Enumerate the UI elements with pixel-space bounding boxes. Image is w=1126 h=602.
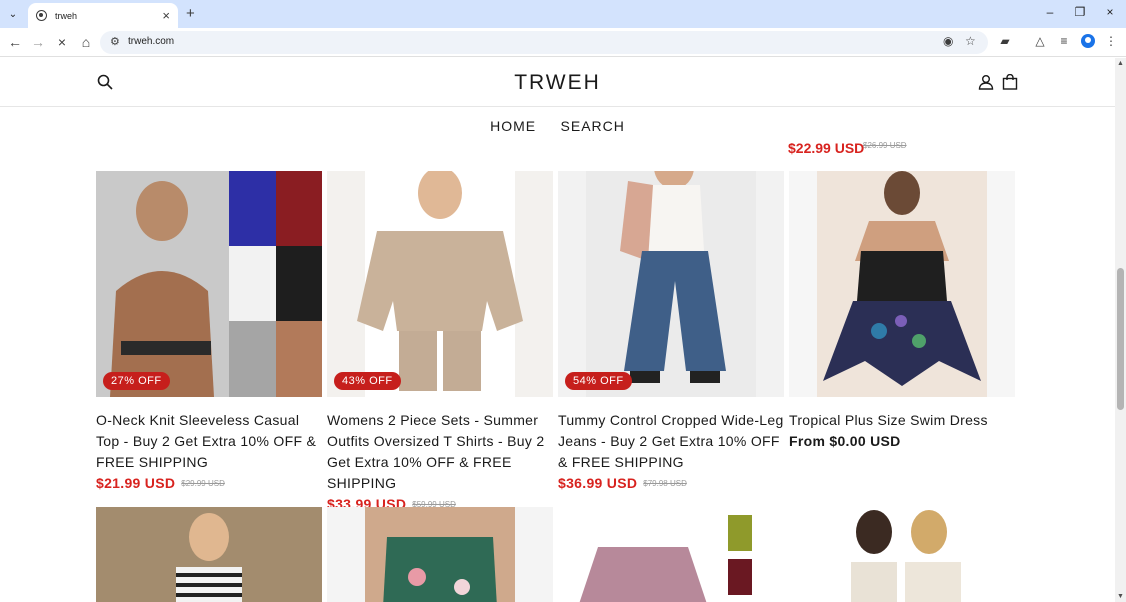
product-image[interactable] — [558, 507, 784, 602]
product-card[interactable]: 27% OFF O-Neck Knit Sleeveless Casual To… — [96, 171, 322, 495]
close-tab-icon[interactable]: × — [162, 9, 170, 22]
site-info-icon[interactable]: ⚙ — [110, 35, 120, 48]
product-title[interactable]: Womens 2 Piece Sets - Summer Outfits Ove… — [327, 410, 553, 494]
product-title[interactable]: O-Neck Knit Sleeveless Casual Top - Buy … — [96, 410, 322, 473]
product-card-partial[interactable] — [96, 507, 322, 602]
product-card-partial[interactable] — [558, 507, 784, 602]
scrollbar-thumb[interactable] — [1117, 268, 1124, 410]
stop-loading-icon[interactable]: × — [53, 33, 71, 51]
tab-title: trweh — [55, 10, 78, 21]
media-queue-icon[interactable]: ≡ — [1056, 34, 1072, 48]
account-icon[interactable] — [978, 74, 994, 90]
product-card[interactable]: 43% OFF Womens 2 Piece Sets - Summer Out… — [327, 171, 553, 516]
product-card[interactable]: 54% OFF Tummy Control Cropped Wide-Leg J… — [558, 171, 784, 495]
restore-icon[interactable]: ❐ — [1066, 5, 1094, 19]
price-row: From $0.00 USD — [789, 433, 1015, 453]
discount-badge: 43% OFF — [334, 372, 401, 390]
price-row: $21.99 USD $29.99 USD — [96, 475, 322, 495]
discount-badge: 27% OFF — [103, 372, 170, 390]
new-tab-plus-icon[interactable]: + — [186, 5, 195, 22]
extensions-puzzle-icon[interactable]: ▰ — [997, 34, 1013, 48]
product-title[interactable]: Tummy Control Cropped Wide-Leg Jeans - B… — [558, 410, 784, 473]
close-window-icon[interactable]: × — [1096, 5, 1124, 19]
scroll-up-arrow-icon[interactable]: ▲ — [1117, 60, 1124, 67]
home-icon[interactable]: ⌂ — [77, 33, 95, 51]
page-viewport: TRWEH HOME SEARCH $22.99 USD $26.99 USD — [0, 58, 1115, 602]
prev-row-price: $22.99 USD — [788, 140, 865, 156]
url-text: trweh.com — [128, 36, 175, 47]
address-bar[interactable]: ⚙ trweh.com ◉ ☆ — [100, 31, 988, 54]
loading-favicon-icon — [36, 10, 47, 21]
bookmark-star-icon[interactable]: ☆ — [965, 34, 976, 48]
store-header: TRWEH — [0, 58, 1115, 107]
browser-toolbar: ← → × ⌂ ⚙ trweh.com ◉ ☆ ▰ △ ≡ ⋮ — [0, 28, 1126, 57]
cart-bag-icon[interactable] — [1002, 74, 1018, 90]
price-row: $36.99 USD $79.98 USD — [558, 475, 784, 495]
sale-price: $36.99 USD — [558, 475, 638, 491]
nav-search[interactable]: SEARCH — [561, 118, 625, 134]
nav-home[interactable]: HOME — [490, 118, 536, 134]
browser-tab[interactable]: trweh × — [28, 3, 178, 28]
page-scrollbar[interactable]: ▲ ▼ — [1115, 58, 1126, 602]
tab-search-chevron-icon[interactable]: ⌄ — [4, 5, 22, 23]
product-image[interactable]: 27% OFF — [96, 171, 322, 397]
product-image[interactable] — [96, 507, 322, 602]
discount-badge: 54% OFF — [565, 372, 632, 390]
product-image[interactable]: 43% OFF — [327, 171, 553, 397]
compare-price: $29.99 USD — [181, 479, 225, 488]
profile-avatar[interactable] — [1081, 34, 1095, 48]
product-image[interactable] — [789, 507, 1015, 602]
product-card-partial[interactable] — [327, 507, 553, 602]
back-arrow-icon[interactable]: ← — [6, 33, 24, 51]
sale-price: $21.99 USD — [96, 475, 176, 491]
scroll-down-arrow-icon[interactable]: ▼ — [1117, 593, 1124, 600]
forward-arrow-icon[interactable]: → — [29, 33, 47, 51]
labs-flask-icon[interactable]: △ — [1032, 34, 1048, 48]
from-price: From $0.00 USD — [789, 433, 901, 449]
minimize-icon[interactable]: – — [1036, 5, 1064, 19]
eye-slash-icon[interactable]: ◉ — [943, 34, 953, 48]
kebab-menu-icon[interactable]: ⋮ — [1103, 34, 1119, 48]
main-nav: HOME SEARCH — [0, 118, 1115, 136]
product-image[interactable]: 54% OFF — [558, 171, 784, 397]
store-logo[interactable]: TRWEH — [0, 71, 1115, 95]
prev-row-compare-price: $26.99 USD — [863, 141, 907, 150]
product-image[interactable] — [327, 507, 553, 602]
product-card-partial[interactable] — [789, 507, 1015, 602]
product-title[interactable]: Tropical Plus Size Swim Dress — [789, 410, 1015, 431]
product-image[interactable] — [789, 171, 1015, 397]
compare-price: $79.98 USD — [643, 479, 687, 488]
browser-tab-strip: ⌄ trweh × + – ❐ × — [0, 0, 1126, 28]
product-card[interactable]: Tropical Plus Size Swim Dress From $0.00… — [789, 171, 1015, 453]
